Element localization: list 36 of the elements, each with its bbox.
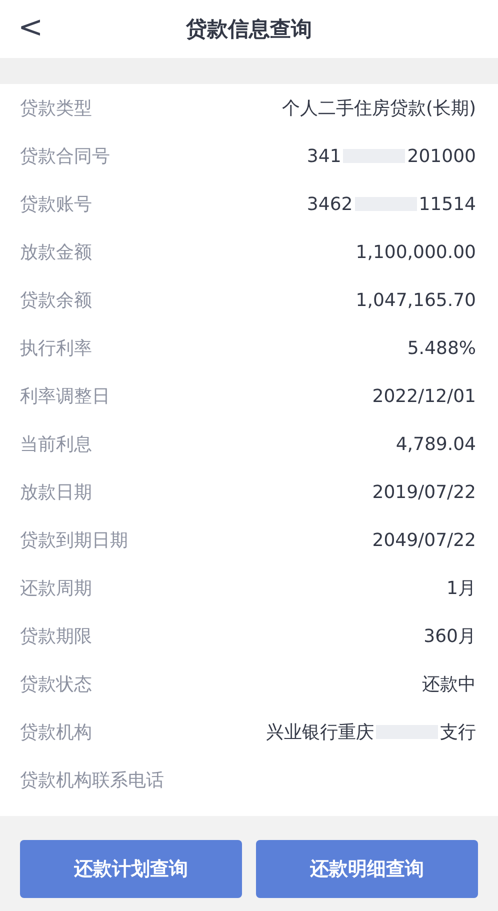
field-value: 201000 — [407, 146, 476, 166]
field-value: 360月 — [424, 625, 476, 648]
field-label: 贷款状态 — [20, 673, 92, 696]
query-button[interactable]: 还款明细查询 — [256, 840, 478, 898]
field-value: 1月 — [446, 577, 476, 600]
field-label: 当前利息 — [20, 433, 92, 456]
field-value: 支行 — [440, 721, 476, 744]
field-label: 贷款类型 — [20, 97, 92, 120]
field-label: 执行利率 — [20, 337, 92, 360]
field-label: 贷款到期日期 — [20, 529, 128, 552]
field-value: 11514 — [418, 194, 476, 214]
field-label: 贷款合同号 — [20, 145, 110, 168]
field-label: 放款日期 — [20, 481, 92, 504]
query-button[interactable]: 还款计划查询 — [20, 840, 242, 898]
field-label: 贷款余额 — [20, 289, 92, 312]
field-value: 2022/12/01 — [372, 386, 476, 406]
field-value: 兴业银行重庆 — [266, 721, 374, 744]
field-label: 放款金额 — [20, 241, 92, 264]
field-label: 贷款账号 — [20, 193, 92, 216]
field-label: 还款周期 — [20, 577, 92, 600]
field-value: 1,100,000.00 — [356, 242, 476, 262]
field-value: 341 — [306, 146, 342, 166]
field-value: 2049/07/22 — [372, 530, 476, 550]
field-value: 个人二手住房贷款(长期) — [282, 97, 476, 120]
field-label: 贷款期限 — [20, 625, 92, 648]
field-value: 2019/07/22 — [372, 482, 476, 502]
page-title: 贷款信息查询 — [186, 16, 312, 43]
field-value: 5.488% — [407, 338, 476, 358]
field-value: 1,047,165.70 — [356, 290, 476, 310]
field-label: 利率调整日 — [20, 385, 110, 408]
back-button[interactable]: < — [14, 10, 48, 45]
field-value: 还款中 — [422, 673, 476, 696]
field-label: 贷款机构 — [20, 721, 92, 744]
field-label: 贷款机构联系电话 — [20, 769, 164, 792]
field-value: 4,789.04 — [396, 434, 476, 454]
field-value: 3462 — [306, 194, 353, 214]
